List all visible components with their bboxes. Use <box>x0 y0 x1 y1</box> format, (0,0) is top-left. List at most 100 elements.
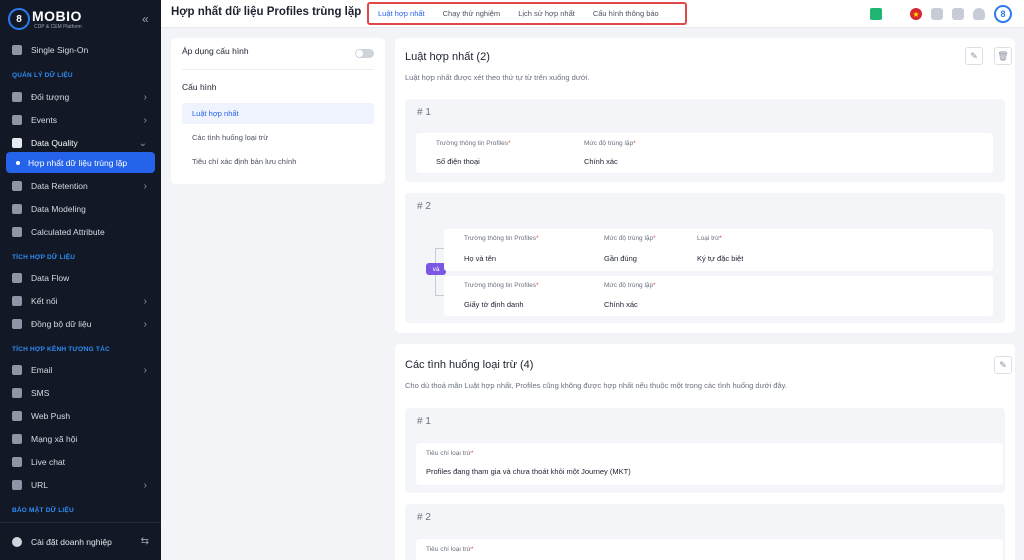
header-icons: ★ 8 <box>870 5 1012 23</box>
objects-icon <box>12 92 22 102</box>
and-bracket-bottom <box>435 295 444 296</box>
apply-config-toggle[interactable] <box>355 49 374 58</box>
pencil-icon: ✎ <box>970 50 978 61</box>
sidebar-item-web-push[interactable]: Web Push <box>0 405 161 427</box>
merge-rules-card: Luật hợp nhất (2) Luật hợp nhất được xét… <box>395 38 1015 333</box>
sidebar-item-sms[interactable]: SMS <box>0 382 161 404</box>
section-data-management: QUẢN LÝ DỮ LIỆU <box>12 72 73 79</box>
gear-icon <box>12 536 22 547</box>
exclude-value: Ký tự đặc biệt <box>697 254 744 263</box>
config-section-title: Cấu hình <box>182 82 217 92</box>
delete-button[interactable]: 🗑 <box>994 47 1012 65</box>
sidebar-item-label: Events <box>31 115 57 125</box>
tab-notification-config[interactable]: Cấu hình thông báo <box>584 9 668 18</box>
logo-text: MOBIO <box>32 8 82 24</box>
key-icon <box>12 45 22 55</box>
sidebar-item-data-flow[interactable]: Data Flow <box>0 267 161 289</box>
chevron-right-icon: › <box>143 114 147 126</box>
sidebar-item-label: Đồng bộ dữ liệu <box>31 319 92 329</box>
vietnam-flag-icon[interactable]: ★ <box>910 8 922 20</box>
sidebar-item-data-modeling[interactable]: Data Modeling <box>0 198 161 220</box>
apply-config-label: Áp dụng cấu hình <box>182 46 249 56</box>
sidebar-item-data-retention[interactable]: Data Retention › <box>0 175 161 197</box>
section-channel-integration: TÍCH HỢP KÊNH TƯƠNG TÁC <box>12 346 110 353</box>
edit-button[interactable]: ✎ <box>965 47 983 65</box>
sidebar-item-objects[interactable]: Đối tượng › <box>0 86 161 108</box>
bell-icon <box>12 411 22 421</box>
book-icon[interactable] <box>931 8 943 20</box>
sidebar-item-label: Web Push <box>31 411 71 421</box>
sidebar-item-label: Data Flow <box>31 273 70 283</box>
tab-merge-history[interactable]: Lịch sử hợp nhất <box>509 9 584 18</box>
sidebar-item-sync[interactable]: Đồng bộ dữ liệu › <box>0 313 161 335</box>
swap-icon[interactable]: ⇆ <box>141 536 149 547</box>
logo[interactable]: 8 MOBIO CDP & CEM Platform <box>8 8 94 30</box>
sidebar-item-social[interactable]: Mạng xã hội <box>0 428 161 450</box>
merge-rules-description: Luật hợp nhất được xét theo thứ tự từ tr… <box>405 73 590 82</box>
collapse-sidebar-icon[interactable]: « <box>142 12 149 26</box>
sidebar-item-merge-duplicates[interactable]: Hợp nhất dữ liệu trùng lặp <box>6 152 155 173</box>
sidebar-item-label: SMS <box>31 388 50 398</box>
sidebar-item-label: Data Retention <box>31 181 88 191</box>
chevron-down-icon: ⌄ <box>138 137 147 149</box>
edit-button[interactable]: ✎ <box>994 356 1012 374</box>
field-value: Giấy tờ định danh <box>464 300 524 309</box>
sidebar-item-label: Data Modeling <box>31 204 86 214</box>
data-retention-icon <box>12 181 22 191</box>
config-item-merge-rules[interactable]: Luật hợp nhất <box>182 103 374 124</box>
case-number: # 2 <box>417 512 431 523</box>
sidebar-item-events[interactable]: Events › <box>0 109 161 131</box>
sidebar-item-calculated-attribute[interactable]: Calculated Attribute <box>0 221 161 243</box>
notes-icon[interactable] <box>870 8 882 20</box>
level-value: Gần đúng <box>604 254 637 263</box>
level-label: Mức độ trùng lặp* <box>604 235 656 242</box>
data-quality-icon <box>12 138 22 148</box>
sidebar-item-enterprise-settings[interactable]: Cài đặt doanh nghiệp ⇆ <box>0 522 161 560</box>
sidebar-item-data-quality[interactable]: Data Quality ⌄ <box>0 132 161 154</box>
section-data-integration: TÍCH HỢP DỮ LIỆU <box>12 254 76 261</box>
tab-test-run[interactable]: Chạy thử nghiệm <box>434 9 510 18</box>
sidebar-item-sso[interactable]: Single Sign-On <box>0 39 161 61</box>
bell-icon[interactable] <box>973 8 985 20</box>
field-label: Trường thông tin Profiles* <box>436 140 511 147</box>
top-header: Hợp nhất dữ liệu Profiles trùng lặp Luật… <box>161 0 1024 28</box>
sidebar-item-connect[interactable]: Kết nối › <box>0 290 161 312</box>
level-value: Chính xác <box>584 157 618 166</box>
sidebar-item-live-chat[interactable]: Live chat <box>0 451 161 473</box>
level-label: Mức độ trùng lặp* <box>584 140 636 147</box>
sms-icon <box>12 388 22 398</box>
sidebar-item-url[interactable]: URL › <box>0 474 161 496</box>
criteria-value: Profiles đang tham gia và chưa thoát khỏ… <box>426 467 631 476</box>
chevron-right-icon: › <box>143 318 147 330</box>
config-item-exclusions[interactable]: Các tình huống loại trừ <box>182 127 374 148</box>
field-label: Trường thông tin Profiles* <box>464 235 539 242</box>
sync-icon <box>12 319 22 329</box>
bullet-icon <box>16 160 20 165</box>
megaphone-icon <box>12 434 22 444</box>
sidebar-item-label: Mạng xã hội <box>31 434 78 444</box>
sidebar-item-label: URL <box>31 480 49 490</box>
exclusion-case-1: # 1 Tiêu chí loại trừ* Profiles đang tha… <box>405 408 1005 493</box>
config-item-master-record-criteria[interactable]: Tiêu chí xác định bản lưu chính <box>182 151 374 172</box>
condition-row: Trường thông tin Profiles* Họ và tên Mức… <box>444 229 993 271</box>
field-value: Họ và tên <box>464 254 497 263</box>
sidebar-item-email[interactable]: Email › <box>0 359 161 381</box>
level-label: Mức độ trùng lặp* <box>604 282 656 289</box>
sidebar-item-label: Đối tượng <box>31 92 70 102</box>
exclusion-row: Tiêu chí loại trừ* <box>416 539 1003 560</box>
condition-row: Trường thông tin Profiles* Giấy tờ định … <box>444 276 993 316</box>
level-value: Chính xác <box>604 300 638 309</box>
connect-icon <box>12 296 22 306</box>
case-number: # 1 <box>417 416 431 427</box>
rule-number: # 2 <box>417 201 431 212</box>
pencil-icon: ✎ <box>999 359 1007 370</box>
avatar[interactable]: 8 <box>994 5 1012 23</box>
tab-merge-rules[interactable]: Luật hợp nhất <box>369 9 434 18</box>
sidebar-item-label: Data Quality <box>31 138 78 148</box>
trash-icon: 🗑 <box>997 50 1009 61</box>
help-icon[interactable] <box>952 8 964 20</box>
sidebar-item-label: Email <box>31 365 53 375</box>
criteria-label: Tiêu chí loại trừ* <box>426 546 474 553</box>
exclude-label: Loại trừ* <box>697 235 722 242</box>
and-badge: và <box>426 263 446 275</box>
